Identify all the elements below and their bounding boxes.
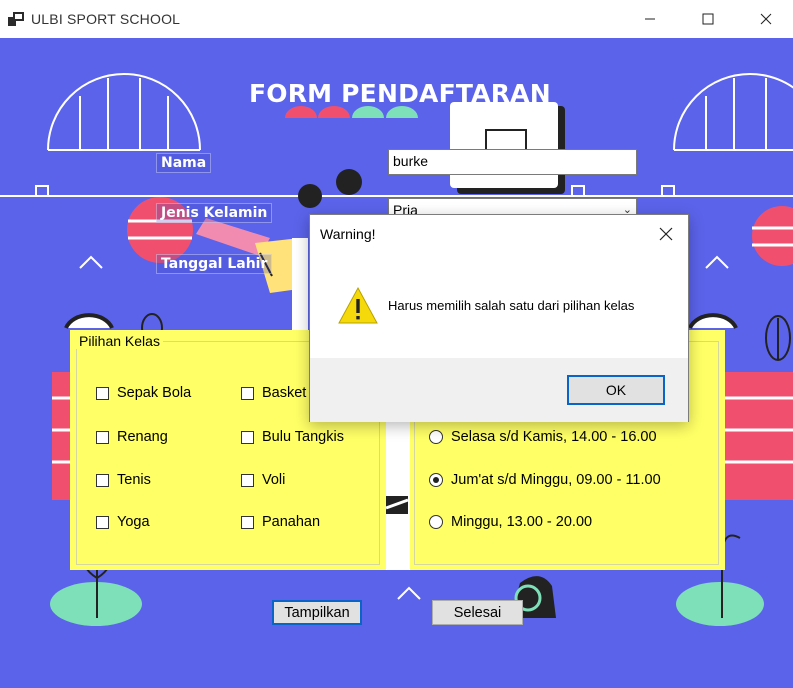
close-button[interactable] [737,0,793,38]
checkbox-box[interactable] [96,515,109,529]
dialog-title: Warning! [320,226,376,242]
radio-label: Selasa s/d Kamis, 14.00 - 16.00 [451,429,657,445]
checkbox-label: Sepak Bola [117,385,192,401]
radio-minggu[interactable]: Minggu, 13.00 - 20.00 [429,514,592,530]
tampilkan-button[interactable]: Tampilkan [272,600,362,625]
checkbox-bulu-tangkis[interactable]: Bulu Tangkis [241,429,344,445]
app-icon [8,12,24,26]
checkbox-box[interactable] [241,386,254,400]
nama-input[interactable]: burke [388,149,637,175]
close-icon [760,13,772,25]
checkbox-box[interactable] [96,473,109,487]
close-icon [659,227,673,241]
checkbox-label: Tenis [117,472,151,488]
dialog-message: Harus memilih salah satu dari pilihan ke… [388,298,635,313]
radio-jumat-minggu[interactable]: Jum'at s/d Minggu, 09.00 - 11.00 [429,472,661,488]
radio-dot[interactable] [429,430,443,444]
radio-label: Jum'at s/d Minggu, 09.00 - 11.00 [451,472,661,488]
dialog-close-button[interactable] [648,219,684,249]
radio-selasa-kamis[interactable]: Selasa s/d Kamis, 14.00 - 16.00 [429,429,657,445]
checkbox-tenis[interactable]: Tenis [96,472,151,488]
checkbox-box[interactable] [96,430,109,444]
checkbox-label: Yoga [117,514,150,530]
form-title: FORM PENDAFTARAN [249,79,551,108]
selesai-button[interactable]: Selesai [432,600,523,625]
warning-icon [338,286,378,324]
radio-label: Minggu, 13.00 - 20.00 [451,514,593,530]
checkbox-box[interactable] [241,430,254,444]
radio-dot-selected[interactable] [429,473,443,487]
maximize-button[interactable] [679,0,737,38]
nama-label: Nama [156,153,212,173]
maximize-icon [702,13,714,25]
checkbox-box[interactable] [96,386,109,400]
minimize-button[interactable] [621,0,679,38]
ok-button[interactable]: OK [567,375,665,405]
checkbox-label: Panahan [262,514,321,530]
checkbox-sepak-bola[interactable]: Sepak Bola [96,385,191,401]
checkbox-label: Basket [262,385,307,401]
pilihan-kelas-title: Pilihan Kelas [76,333,163,349]
jenis-kelamin-label: Jenis Kelamin [156,203,273,223]
radio-dot[interactable] [429,515,443,529]
checkbox-label: Voli [262,472,286,488]
checkbox-box[interactable] [241,515,254,529]
dialog-footer: OK [310,358,688,422]
checkbox-basket[interactable]: Basket [241,385,306,401]
checkbox-yoga[interactable]: Yoga [96,514,150,530]
tanggal-lahir-label: Tanggal Lahir [156,254,273,274]
checkbox-label: Renang [117,429,168,445]
checkbox-renang[interactable]: Renang [96,429,168,445]
checkbox-voli[interactable]: Voli [241,472,285,488]
window-title: ULBI SPORT SCHOOL [31,11,181,27]
checkbox-panahan[interactable]: Panahan [241,514,320,530]
minimize-icon [645,18,655,20]
warning-dialog: Warning! Harus memilih salah satu dari p… [309,214,689,422]
window-titlebar: ULBI SPORT SCHOOL [0,0,793,38]
checkbox-label: Bulu Tangkis [262,429,344,445]
checkbox-box[interactable] [241,473,254,487]
